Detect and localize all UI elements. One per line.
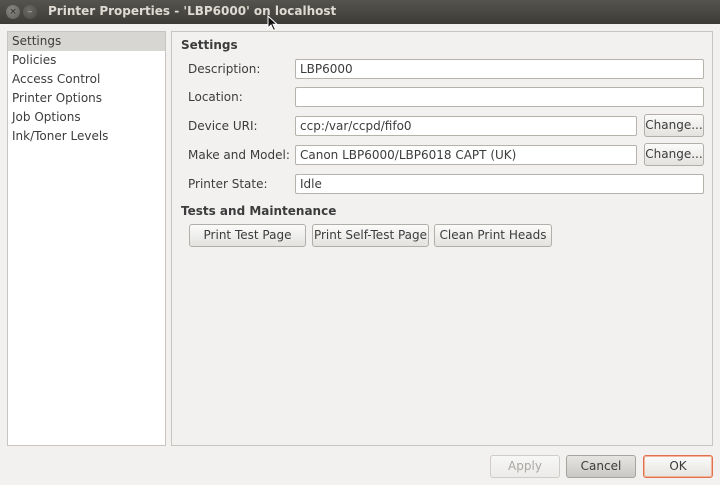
printer-properties-window: × – Printer Properties - 'LBP6000' on lo…	[0, 0, 720, 485]
sidebar-item-ink-toner-levels[interactable]: Ink/Toner Levels	[8, 127, 165, 146]
printer-state-label: Printer State:	[188, 177, 268, 191]
sidebar-item-printer-options[interactable]: Printer Options	[8, 89, 165, 108]
tests-maintenance-heading: Tests and Maintenance	[181, 204, 337, 218]
sidebar-item-access-control[interactable]: Access Control	[8, 70, 165, 89]
location-label: Location:	[188, 90, 243, 104]
make-model-field[interactable]: Canon LBP6000/LBP6018 CAPT (UK)	[295, 145, 637, 165]
printer-state-field: Idle	[295, 174, 704, 194]
ok-button[interactable]: OK	[643, 455, 713, 478]
mouse-cursor-icon	[267, 15, 279, 32]
description-label: Description:	[188, 62, 261, 76]
clean-print-heads-button[interactable]: Clean Print Heads	[434, 224, 552, 247]
sidebar-item-settings[interactable]: Settings	[8, 32, 165, 51]
minimize-window-button[interactable]: –	[23, 5, 37, 19]
close-icon: ×	[9, 6, 17, 17]
settings-heading: Settings	[181, 38, 238, 52]
title-bar[interactable]: × – Printer Properties - 'LBP6000' on lo…	[0, 0, 720, 24]
print-test-page-button[interactable]: Print Test Page	[189, 224, 306, 247]
change-device-uri-button[interactable]: Change...	[644, 114, 704, 137]
location-field[interactable]	[295, 87, 704, 107]
close-window-button[interactable]: ×	[6, 5, 20, 19]
print-self-test-page-button[interactable]: Print Self-Test Page	[312, 224, 429, 247]
minimize-icon: –	[27, 6, 33, 17]
apply-button[interactable]: Apply	[490, 455, 560, 478]
make-model-label: Make and Model:	[188, 148, 290, 162]
sidebar-item-job-options[interactable]: Job Options	[8, 108, 165, 127]
sidebar-item-policies[interactable]: Policies	[8, 51, 165, 70]
change-make-model-button[interactable]: Change...	[644, 143, 704, 166]
device-uri-label: Device URI:	[188, 119, 258, 133]
window-title: Printer Properties - 'LBP6000' on localh…	[48, 4, 337, 18]
cancel-button[interactable]: Cancel	[566, 455, 636, 478]
settings-panel: Settings Description: LBP6000 Location: …	[171, 31, 713, 446]
description-field[interactable]: LBP6000	[295, 59, 704, 79]
category-list[interactable]: Settings Policies Access Control Printer…	[7, 31, 166, 446]
device-uri-field[interactable]: ccp:/var/ccpd/fifo0	[295, 116, 637, 136]
